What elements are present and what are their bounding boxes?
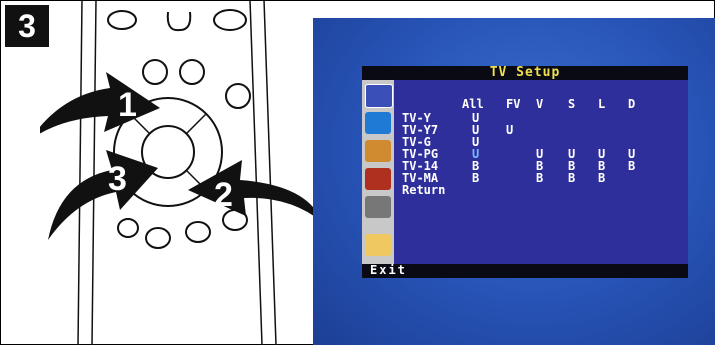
menu-exit-bar[interactable]: Exit: [362, 263, 688, 278]
step-badge: 3: [5, 5, 49, 47]
callout-1: 1: [118, 86, 137, 124]
tv-setup-menu: TV Setup All FV V S L D TV-Y U TV-Y7 U U…: [362, 65, 688, 278]
rating-value[interactable]: U: [506, 124, 513, 136]
video-icon[interactable]: [365, 84, 393, 108]
column-header-s: S: [568, 97, 576, 111]
audio-icon[interactable]: [365, 168, 391, 190]
rating-value[interactable]: B: [472, 172, 479, 184]
remote-control-illustration: [40, 0, 322, 345]
menu-title: TV Setup: [489, 65, 561, 80]
callout-3: 3: [108, 160, 127, 198]
return-item[interactable]: Return: [402, 184, 445, 196]
rating-value[interactable]: B: [568, 172, 575, 184]
menu-side-panel: [362, 80, 394, 264]
column-header-v: V: [536, 97, 544, 111]
callout-2: 2: [214, 176, 233, 214]
column-header-all: All: [462, 97, 484, 111]
rating-value[interactable]: B: [628, 160, 635, 172]
column-header-l: L: [598, 97, 606, 111]
menu-title-bar: TV Setup: [362, 65, 688, 80]
rating-value[interactable]: B: [598, 172, 605, 184]
rating-value[interactable]: B: [536, 172, 543, 184]
column-header-d: D: [628, 97, 636, 111]
folder-icon[interactable]: [365, 234, 391, 256]
exit-label[interactable]: Exit: [370, 263, 407, 277]
tools-icon[interactable]: [365, 196, 391, 218]
column-header-fv: FV: [506, 97, 521, 111]
people-icon[interactable]: [365, 140, 391, 162]
picture-icon[interactable]: [365, 112, 391, 134]
